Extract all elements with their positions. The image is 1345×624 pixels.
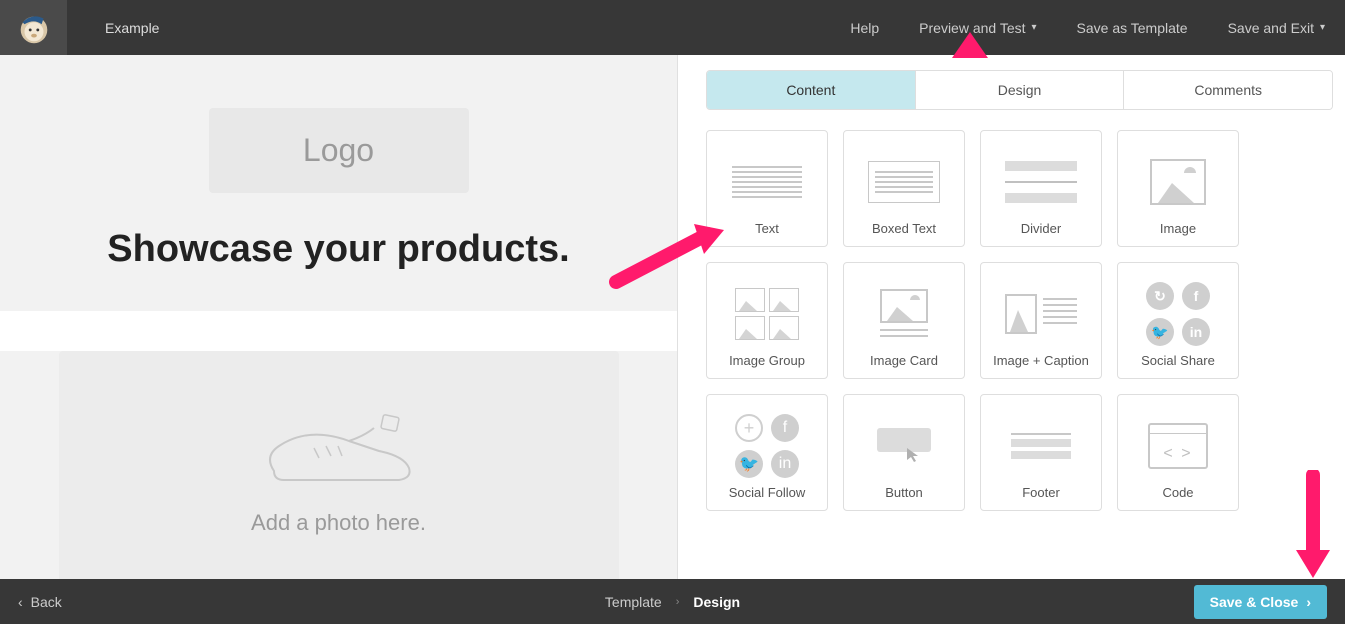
social-share-icon: ↻f🐦in [1140,283,1216,345]
chevron-down-icon: ▾ [1032,22,1037,33]
boxed-text-icon [866,151,942,213]
divider-icon [1003,151,1079,213]
photo-placeholder-caption: Add a photo here. [251,510,426,536]
footer-icon [1003,415,1079,477]
editor-panel: Content Design Comments Text Boxed Text … [677,55,1345,579]
back-button[interactable]: ‹ Back [18,594,62,610]
save-and-close-button[interactable]: Save & Close › [1194,585,1327,619]
breadcrumb: Template › Design [605,594,740,610]
image-card-icon [866,283,942,345]
tab-design[interactable]: Design [915,71,1124,109]
headline-text[interactable]: Showcase your products. [0,228,677,271]
image-caption-icon [1003,283,1079,345]
crumb-design: Design [693,594,740,610]
help-link[interactable]: Help [830,20,899,36]
chevron-right-icon: › [676,596,680,608]
block-boxed-text[interactable]: Boxed Text [843,130,965,247]
social-follow-icon: +f🐦in [729,415,805,477]
main-split: Logo Showcase your products. Add a photo… [0,55,1345,579]
block-image-card[interactable]: Image Card [843,262,965,379]
crumb-template[interactable]: Template [605,594,662,610]
block-footer[interactable]: Footer [980,394,1102,511]
editor-tabs: Content Design Comments [706,70,1333,110]
chevron-right-icon: › [1306,594,1311,610]
block-divider[interactable]: Divider [980,130,1102,247]
block-image-group[interactable]: Image Group [706,262,828,379]
chevron-down-icon: ▾ [1320,22,1325,33]
monkey-icon [15,9,53,47]
tab-comments[interactable]: Comments [1123,71,1332,109]
content-blocks-grid: Text Boxed Text Divider Image Image Grou… [706,130,1333,511]
block-text[interactable]: Text [706,130,828,247]
image-icon [1140,151,1216,213]
save-as-template-link[interactable]: Save as Template [1057,20,1208,36]
logo-placeholder-block[interactable]: Logo [209,108,469,193]
button-icon [866,415,942,477]
block-social-share[interactable]: ↻f🐦in Social Share [1117,262,1239,379]
email-preview-pane[interactable]: Logo Showcase your products. Add a photo… [0,55,677,579]
top-bar: Example Help Preview and Test ▾ Save as … [0,0,1345,55]
block-code[interactable]: < > Code [1117,394,1239,511]
text-lines-icon [729,151,805,213]
brand-logo[interactable] [0,0,67,55]
tab-content[interactable]: Content [707,71,915,109]
campaign-name[interactable]: Example [105,20,159,36]
bottom-bar: ‹ Back Template › Design Save & Close › [0,579,1345,624]
photo-placeholder-block[interactable]: Add a photo here. [59,351,619,579]
block-button[interactable]: Button [843,394,965,511]
block-social-follow[interactable]: +f🐦in Social Follow [706,394,828,511]
block-image-caption[interactable]: Image + Caption [980,262,1102,379]
shoe-icon [254,406,424,496]
preview-and-test-dropdown[interactable]: Preview and Test ▾ [899,20,1056,36]
image-group-icon [729,283,805,345]
block-image[interactable]: Image [1117,130,1239,247]
chevron-left-icon: ‹ [18,594,23,610]
save-and-exit-dropdown[interactable]: Save and Exit ▾ [1208,20,1345,36]
code-icon: < > [1140,415,1216,477]
